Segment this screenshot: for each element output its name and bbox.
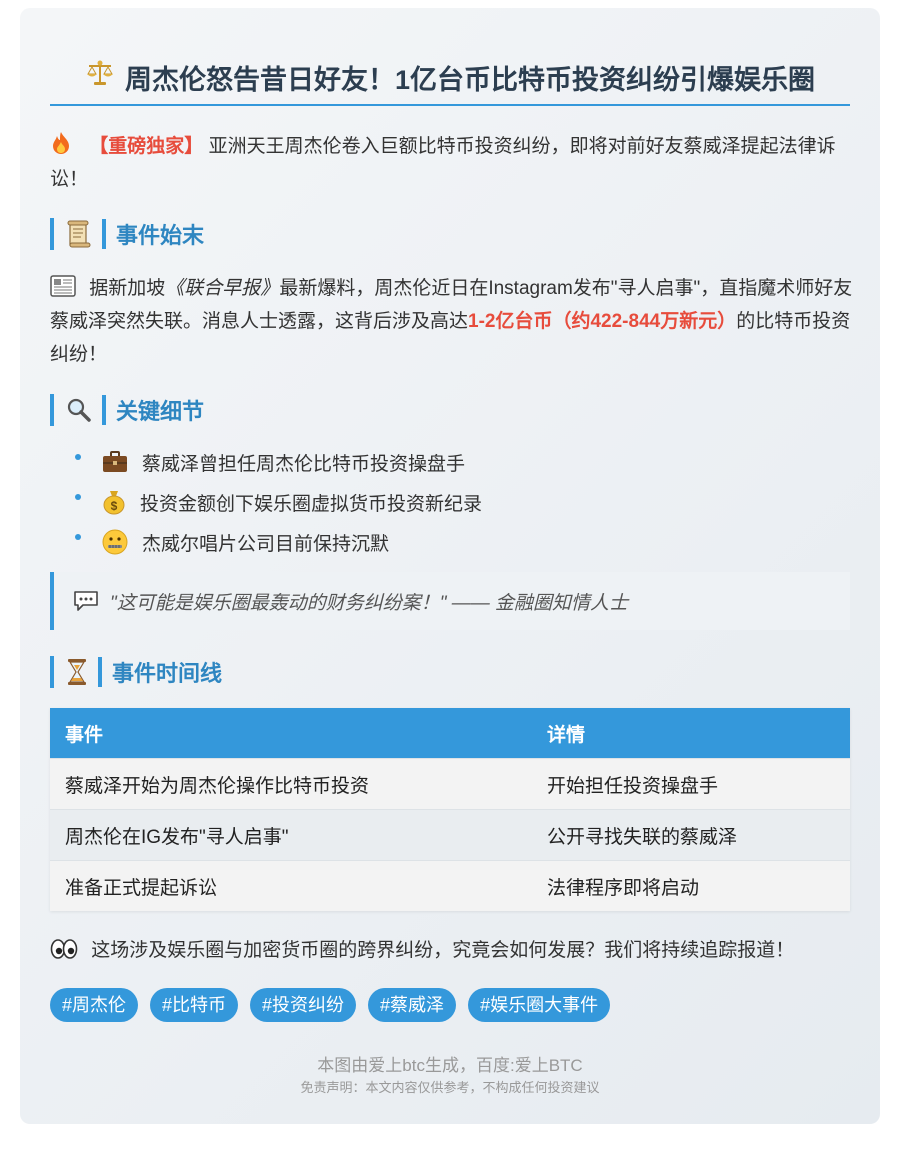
- section-heading-background: 事件始末: [50, 218, 204, 250]
- speech-bubble-icon: [72, 589, 100, 613]
- section-heading-text: 事件时间线: [112, 661, 223, 686]
- hashtag[interactable]: #比特币: [150, 988, 239, 1022]
- list-item-text: 投资金额创下娱乐圈虚拟货币投资新纪录: [140, 493, 483, 515]
- amount-highlight: 1-2亿台币（约422-844万新元）: [468, 311, 737, 332]
- hashtag[interactable]: #娱乐圈大事件: [468, 988, 611, 1022]
- table-row: 周杰伦在IG发布"寻人启事" 公开寻找失联的蔡威泽: [50, 809, 850, 861]
- list-item-text: 蔡威泽曾担任周杰伦比特币投资操盘手: [142, 453, 466, 475]
- article-card: 周杰伦怒告昔日好友！1亿台币比特币投资纠纷引爆娱乐圈 【重磅独家】 亚洲天王周杰…: [20, 8, 880, 1124]
- column-header-detail: 详情: [532, 708, 850, 759]
- list-item: 蔡威泽曾担任周杰伦比特币投资操盘手: [72, 442, 482, 482]
- tag-list: #周杰伦 #比特币 #投资纠纷 #蔡威泽 #娱乐圈大事件: [50, 988, 611, 1022]
- closing-paragraph: 这场涉及娱乐圈与加密货币圈的跨界纠纷，究竟会如何发展？我们将持续追踪报道！: [50, 934, 855, 967]
- list-item: 杰威尔唱片公司目前保持沉默: [72, 522, 482, 562]
- table-row: 蔡威泽开始为周杰伦操作比特币投资 开始担任投资操盘手: [50, 758, 850, 810]
- heading-accent-bar: [102, 395, 106, 425]
- quote-block: "这可能是娱乐圈最轰动的财务纠纷案！" —— 金融圈知情人士: [50, 572, 850, 630]
- hashtag[interactable]: #周杰伦: [50, 988, 139, 1022]
- scales-icon: [85, 58, 115, 88]
- hashtag[interactable]: #蔡威泽: [368, 988, 457, 1022]
- source-name: 《联合早报》: [165, 278, 280, 299]
- page-title: 周杰伦怒告昔日好友！1亿台币比特币投资纠纷引爆娱乐圈: [50, 58, 850, 106]
- table-cell: 公开寻找失联的蔡威泽: [532, 809, 850, 861]
- zipper-mouth-icon: [102, 529, 128, 555]
- briefcase-icon: [102, 450, 128, 474]
- table-cell: 开始担任投资操盘手: [532, 758, 850, 810]
- heading-accent-bar: [102, 219, 106, 249]
- heading-accent-bar: [98, 657, 102, 687]
- money-bag-icon: $: [102, 489, 126, 515]
- table-header-row: 事件 详情: [50, 708, 850, 759]
- footer-disclaimer: 免责声明：本文内容仅供参考，不构成任何投资建议: [300, 1080, 600, 1095]
- section-heading-text: 关键细节: [116, 399, 205, 424]
- section-heading-text: 事件始末: [116, 223, 205, 248]
- intro-paragraph: 【重磅独家】 亚洲天王周杰伦卷入巨额比特币投资纠纷，即将对前好友蔡威泽提起法律诉…: [50, 130, 855, 196]
- closing-text: 这场涉及娱乐圈与加密货币圈的跨界纠纷，究竟会如何发展？我们将持续追踪报道！: [91, 940, 795, 961]
- hourglass-icon: [66, 658, 88, 686]
- list-item: $ 投资金额创下娱乐圈虚拟货币投资新纪录: [72, 482, 482, 522]
- scroll-icon: [66, 220, 92, 248]
- page-title-text: 周杰伦怒告昔日好友！1亿台币比特币投资纠纷引爆娱乐圈: [124, 65, 815, 95]
- section-heading-details: 关键细节: [50, 394, 204, 426]
- table-cell: 准备正式提起诉讼: [50, 860, 532, 911]
- background-paragraph: 据新加坡《联合早报》最新爆料，周杰伦近日在Instagram发布"寻人启事"，直…: [50, 272, 855, 371]
- exclusive-tag: 【重磅独家】: [89, 136, 204, 157]
- eyes-icon: [50, 938, 78, 960]
- list-item-text: 杰威尔唱片公司目前保持沉默: [142, 533, 390, 555]
- hashtag[interactable]: #投资纠纷: [250, 988, 357, 1022]
- magnifier-icon: [66, 397, 92, 423]
- timeline-table: 事件 详情 蔡威泽开始为周杰伦操作比特币投资 开始担任投资操盘手 周杰伦在IG发…: [50, 708, 850, 911]
- fire-icon: [50, 131, 72, 155]
- details-list: 蔡威泽曾担任周杰伦比特币投资操盘手 $ 投资金额创下娱乐圈虚拟货币投资新纪录 杰…: [72, 442, 482, 562]
- svg-text:$: $: [111, 499, 118, 513]
- section-heading-timeline: 事件时间线: [50, 656, 222, 688]
- newspaper-icon: [50, 274, 76, 298]
- quote-text: "这可能是娱乐圈最轰动的财务纠纷案！" —— 金融圈知情人士: [110, 592, 629, 614]
- table-cell: 蔡威泽开始为周杰伦操作比特币投资: [50, 758, 532, 810]
- column-header-event: 事件: [50, 708, 532, 759]
- table-cell: 法律程序即将启动: [532, 860, 850, 911]
- table-row: 准备正式提起诉讼 法律程序即将启动: [50, 860, 850, 911]
- source-text-before: 据新加坡: [89, 278, 166, 299]
- table-cell: 周杰伦在IG发布"寻人启事": [50, 809, 532, 861]
- footer-credit: 本图由爱上btc生成，百度:爱上BTC: [317, 1056, 583, 1075]
